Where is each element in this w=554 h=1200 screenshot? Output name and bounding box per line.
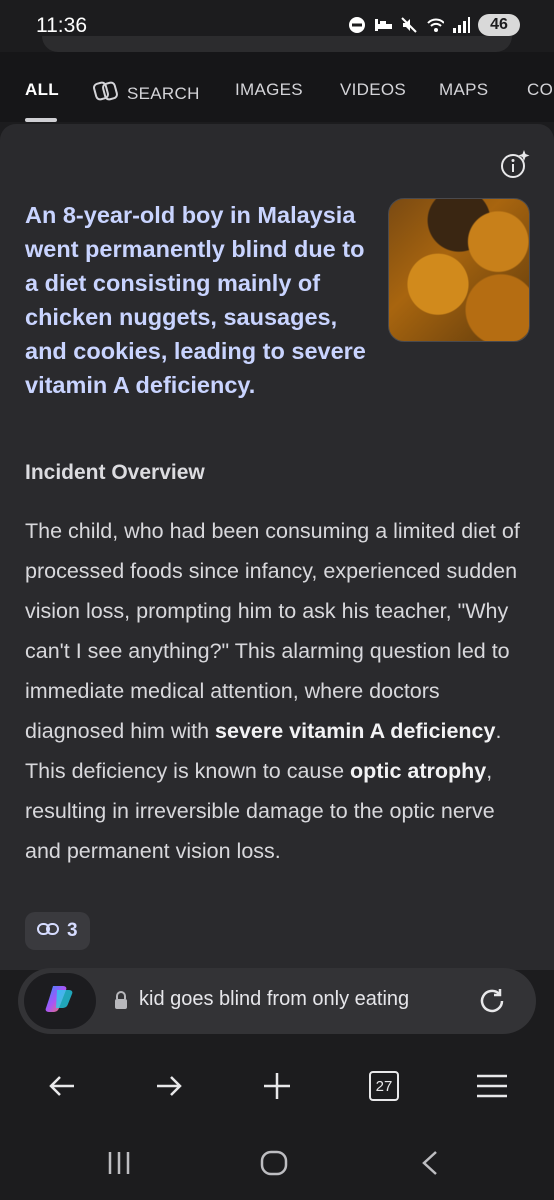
ai-info-icon[interactable] (499, 148, 531, 180)
active-tab-indicator (25, 118, 57, 122)
search-query[interactable]: kid goes blind from only eating (139, 988, 429, 1011)
do-not-disturb-icon (348, 16, 366, 34)
status-time: 11:36 (36, 14, 87, 37)
status-icons: 46 (348, 14, 520, 36)
answer-paragraph: The child, who had been consuming a limi… (25, 519, 520, 863)
forward-arrow-icon[interactable] (151, 1068, 187, 1104)
copilot-button[interactable] (24, 973, 96, 1029)
tab-search[interactable]: SEARCH (93, 80, 200, 107)
back-arrow-icon[interactable] (44, 1068, 80, 1104)
link-icon (37, 920, 59, 942)
copilot-logo-icon (43, 982, 77, 1021)
section-title: Incident Overview (25, 461, 205, 484)
browser-toolbar: 27 (0, 1050, 554, 1120)
top-sheet-edge (42, 36, 512, 52)
sleep-icon (374, 16, 392, 34)
tab-videos[interactable]: VIDEOS (340, 80, 406, 100)
system-navigation (0, 1130, 554, 1200)
search-tabs: ALL SEARCH IMAGES VIDEOS MAPS CO (0, 52, 554, 122)
tab-maps[interactable]: MAPS (439, 80, 488, 100)
tab-count: 27 (369, 1071, 399, 1101)
chicken-nuggets-image[interactable] (388, 198, 530, 342)
copilot-search-icon (93, 80, 119, 107)
answer-headline: An 8-year-old boy in Malaysia went perma… (25, 198, 530, 402)
system-back-icon[interactable] (410, 1146, 450, 1180)
reload-icon[interactable] (476, 985, 508, 1017)
lock-icon (114, 990, 130, 1012)
tab-images[interactable]: IMAGES (235, 80, 303, 100)
home-icon[interactable] (254, 1146, 294, 1180)
tab-all[interactable]: ALL (25, 80, 59, 100)
citation-button[interactable]: 3 (25, 912, 90, 950)
signal-icon (452, 16, 470, 34)
tab-more[interactable]: CO (527, 80, 553, 100)
battery-indicator: 46 (478, 14, 520, 36)
tabs-button[interactable]: 27 (366, 1068, 402, 1104)
wifi-icon (426, 16, 444, 34)
recent-apps-icon[interactable] (99, 1146, 139, 1180)
mute-icon (400, 16, 418, 34)
menu-icon[interactable] (474, 1068, 510, 1104)
new-tab-plus-icon[interactable] (259, 1068, 295, 1104)
address-bar[interactable]: kid goes blind from only eating (18, 968, 536, 1034)
citation-count: 3 (67, 920, 78, 941)
